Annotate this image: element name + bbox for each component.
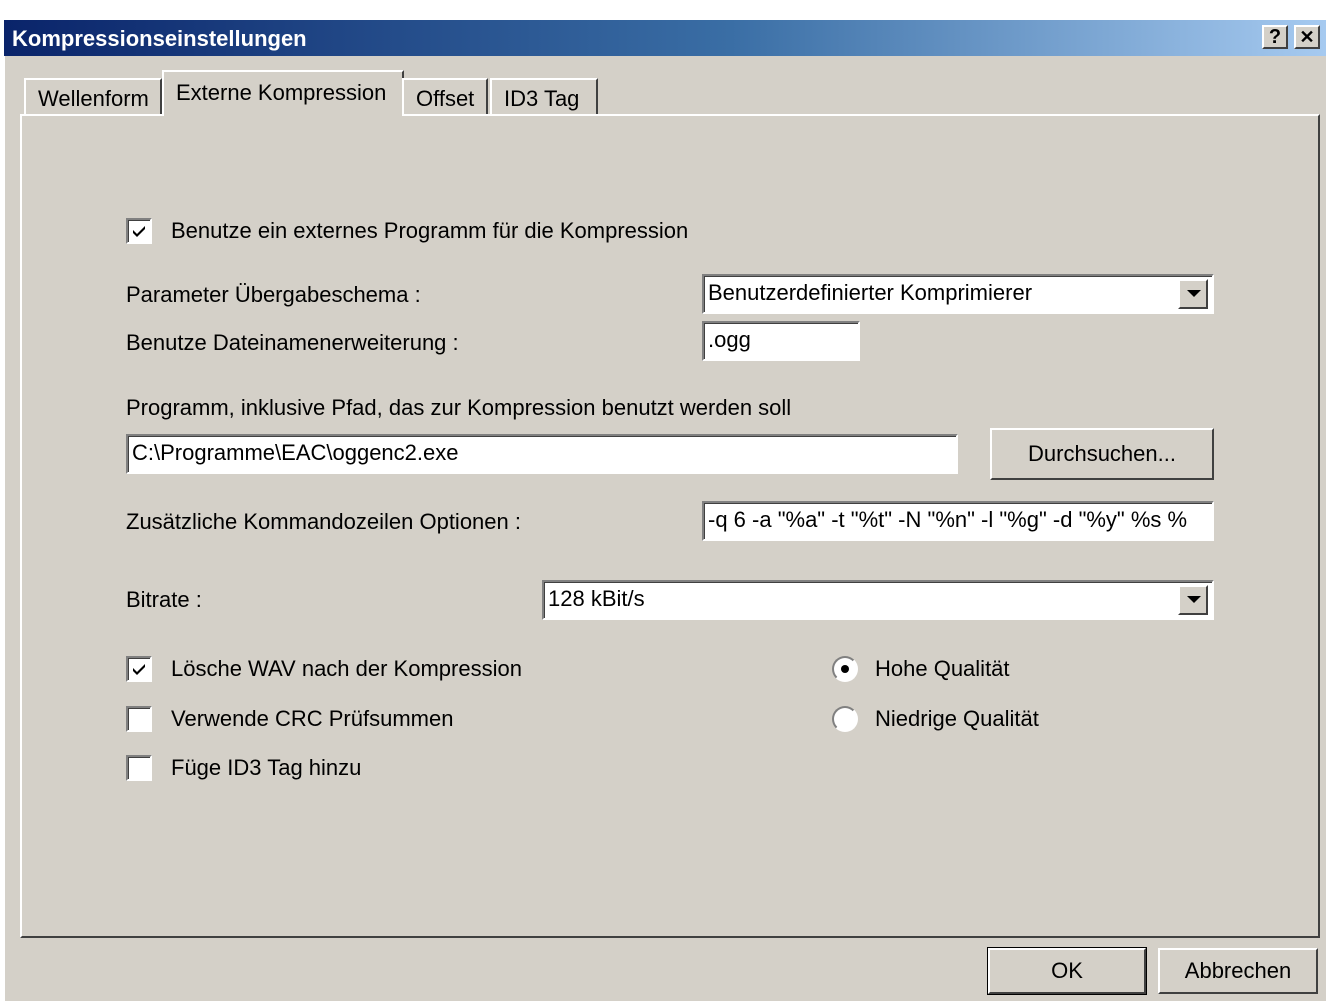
use-external-label: Benutze ein externes Programm für die Ko… (171, 218, 689, 243)
browse-button[interactable]: Durchsuchen... (990, 428, 1214, 480)
cmd-options-value: -q 6 -a "%a" -t "%t" -N "%n" -l "%g" -d … (708, 507, 1188, 532)
title-bar: Kompressionseinstellungen ? ✕ (4, 20, 1326, 56)
active-tab-join (164, 113, 402, 117)
use-crc-checkbox[interactable] (126, 706, 152, 732)
window-title: Kompressionseinstellungen (12, 26, 307, 51)
checkmark-icon (133, 226, 145, 237)
bitrate-value: 128 kBit/s (548, 586, 645, 611)
program-path-input[interactable]: C:\Programme\EAC\oggenc2.exe (126, 434, 958, 474)
low-quality-label: Niedrige Qualität (875, 706, 1039, 731)
chevron-down-icon (1187, 290, 1201, 297)
bitrate-label: Bitrate : (126, 587, 202, 612)
bitrate-dropdown-button[interactable] (1178, 585, 1208, 615)
tab-id3-tag[interactable]: ID3 Tag (490, 78, 598, 116)
extension-input[interactable]: .ogg (702, 321, 860, 361)
param-scheme-label: Parameter Übergabeschema : (126, 282, 421, 307)
param-scheme-dropdown-button[interactable] (1178, 279, 1208, 309)
tab-label: Offset (416, 86, 475, 111)
cancel-button[interactable]: Abbrechen (1158, 948, 1318, 994)
tab-label: Wellenform (38, 86, 149, 111)
close-icon: ✕ (1299, 27, 1315, 47)
high-quality-radio[interactable] (832, 656, 858, 682)
bitrate-select[interactable]: 128 kBit/s (542, 580, 1214, 620)
extension-label: Benutze Dateinamenerweiterung : (126, 330, 459, 355)
delete-wav-label: Lösche WAV nach der Kompression (171, 656, 522, 681)
chevron-down-icon (1187, 596, 1201, 603)
ok-button[interactable]: OK (987, 947, 1147, 995)
close-button[interactable]: ✕ (1294, 25, 1320, 49)
checkmark-icon (133, 664, 145, 675)
add-id3-label: Füge ID3 Tag hinzu (171, 755, 362, 780)
use-external-checkbox[interactable] (126, 218, 152, 244)
tab-wellenform[interactable]: Wellenform (24, 78, 162, 116)
program-path-value: C:\Programme\EAC\oggenc2.exe (132, 440, 459, 465)
tab-label: ID3 Tag (504, 86, 580, 111)
high-quality-label: Hohe Qualität (875, 656, 1010, 681)
tab-externe-kompression[interactable]: Externe Kompression (162, 70, 404, 116)
low-quality-radio[interactable] (832, 706, 858, 732)
delete-wav-checkbox[interactable] (126, 656, 152, 682)
tab-offset[interactable]: Offset (402, 78, 488, 116)
param-scheme-value: Benutzerdefinierter Komprimierer (708, 280, 1033, 305)
cmd-options-input[interactable]: -q 6 -a "%a" -t "%t" -N "%n" -l "%g" -d … (702, 501, 1214, 541)
extension-value: .ogg (708, 327, 751, 352)
tab-label: Externe Kompression (176, 80, 387, 105)
use-crc-label: Verwende CRC Prüfsummen (171, 706, 454, 731)
program-path-label: Programm, inklusive Pfad, das zur Kompre… (126, 395, 792, 420)
help-button[interactable]: ? (1262, 25, 1288, 49)
radio-dot-icon (841, 665, 849, 673)
cmd-options-label: Zusätzliche Kommandozeilen Optionen : (126, 509, 521, 534)
add-id3-checkbox[interactable] (126, 755, 152, 781)
param-scheme-select[interactable]: Benutzerdefinierter Komprimierer (702, 274, 1214, 314)
